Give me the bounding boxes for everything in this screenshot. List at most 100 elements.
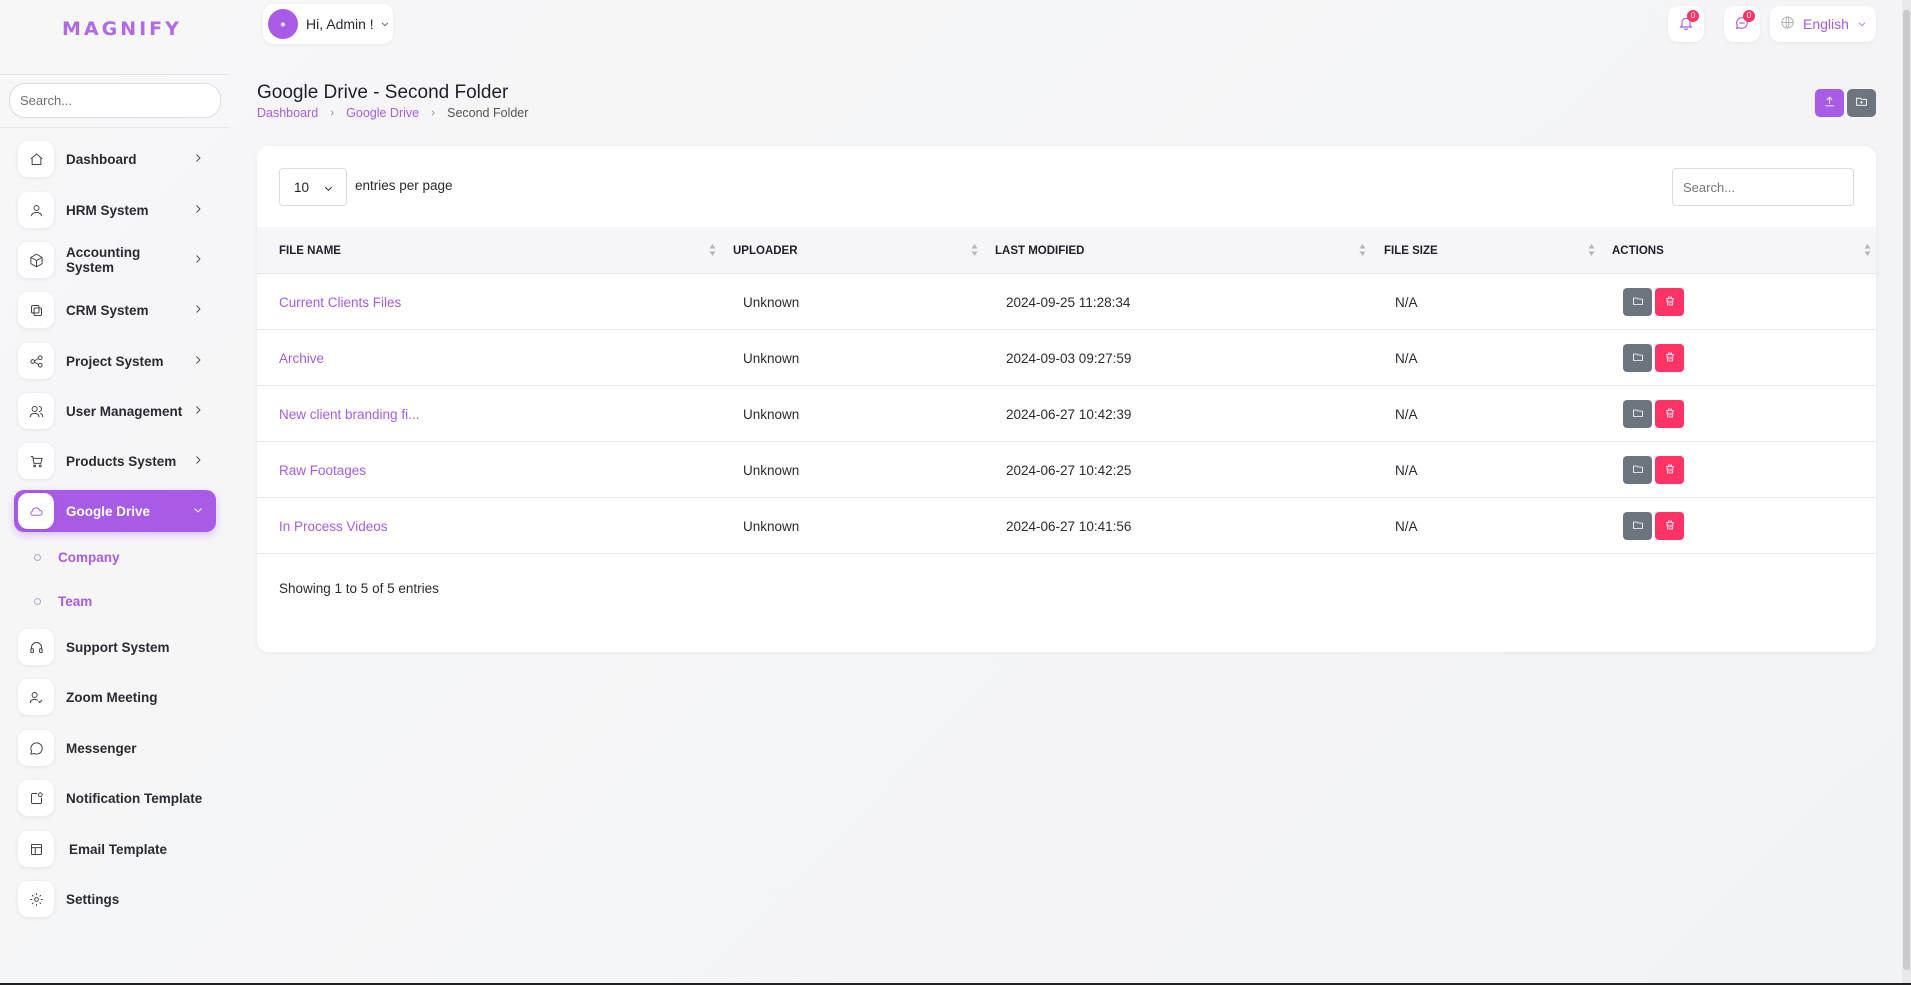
file-name-link[interactable]: Archive bbox=[279, 330, 324, 386]
app-logo[interactable]: MAGNIFY bbox=[62, 18, 182, 40]
breadcrumb-google-drive[interactable]: Google Drive bbox=[346, 106, 419, 120]
open-folder-button[interactable] bbox=[1623, 400, 1652, 428]
sidebar-item-user-management[interactable]: User Management bbox=[14, 390, 216, 432]
bullet-icon bbox=[34, 553, 41, 561]
chevron-right-icon bbox=[192, 303, 206, 317]
column-header-last-modified[interactable]: LAST MODIFIED bbox=[995, 227, 1084, 274]
sidebar-item-label: Settings bbox=[66, 891, 120, 907]
sidebar-item-label: HRM System bbox=[66, 202, 149, 218]
chevron-right-icon bbox=[192, 152, 206, 166]
delete-button[interactable] bbox=[1655, 344, 1684, 372]
gear-icon bbox=[18, 881, 54, 917]
home-icon bbox=[18, 141, 54, 177]
column-header-label: UPLOADER bbox=[733, 244, 798, 257]
messages-button[interactable]: 0 bbox=[1724, 6, 1760, 42]
language-label: English bbox=[1803, 16, 1849, 32]
chevron-right-icon bbox=[192, 354, 206, 368]
sidebar-item-label: Messenger bbox=[66, 740, 137, 756]
folder-icon bbox=[1632, 407, 1644, 422]
breadcrumb-current: Second Folder bbox=[447, 106, 529, 120]
box-icon bbox=[18, 242, 54, 278]
sidebar-item-dashboard[interactable]: Dashboard bbox=[14, 138, 216, 180]
files-card: 10 entries per page FILE NAME UPLOADER L… bbox=[257, 146, 1876, 652]
folder-icon bbox=[1632, 351, 1644, 366]
file-size-cell: N/A bbox=[1395, 406, 1418, 422]
open-folder-button[interactable] bbox=[1623, 456, 1652, 484]
language-selector[interactable]: English bbox=[1770, 6, 1876, 42]
delete-button[interactable] bbox=[1655, 512, 1684, 540]
scrollbar-thumb[interactable] bbox=[1903, 10, 1910, 970]
table-row: Archive Unknown 2024-09-03 09:27:59 N/A bbox=[257, 330, 1876, 386]
sidebar-item-messenger[interactable]: Messenger bbox=[14, 727, 216, 769]
sort-icon[interactable] bbox=[1864, 243, 1871, 260]
table-row: New client branding fi... Unknown 2024-0… bbox=[257, 386, 1876, 442]
sort-icon[interactable] bbox=[709, 243, 716, 260]
uploader-cell: Unknown bbox=[743, 518, 800, 534]
sidebar-search-input[interactable] bbox=[9, 83, 221, 118]
sidebar-item-crm-system[interactable]: CRM System bbox=[14, 289, 216, 331]
table-info: Showing 1 to 5 of 5 entries bbox=[279, 581, 439, 596]
column-header-label: ACTIONS bbox=[1612, 244, 1664, 257]
sidebar-item-support-system[interactable]: Support System bbox=[14, 626, 216, 668]
chevron-right-icon bbox=[328, 106, 336, 120]
avatar: ◉ bbox=[268, 9, 298, 39]
file-name-link[interactable]: New client branding fi... bbox=[279, 386, 419, 442]
chevron-right-icon bbox=[192, 454, 206, 468]
sidebar-item-products-system[interactable]: Products System bbox=[14, 440, 216, 482]
file-size-cell: N/A bbox=[1395, 350, 1418, 366]
breadcrumb-dashboard[interactable]: Dashboard bbox=[257, 106, 318, 120]
sidebar-item-accounting-system[interactable]: Accounting System bbox=[14, 239, 216, 281]
new-folder-button[interactable] bbox=[1847, 89, 1876, 117]
trash-icon bbox=[1664, 295, 1676, 310]
column-header-file-name[interactable]: FILE NAME bbox=[279, 227, 341, 274]
upload-button[interactable] bbox=[1815, 89, 1844, 117]
sidebar-item-label: Google Drive bbox=[66, 503, 151, 519]
sort-icon[interactable] bbox=[1359, 243, 1366, 260]
user-menu[interactable]: ◉ Hi, Admin ! bbox=[263, 4, 393, 44]
sidebar: MAGNIFY Dashboard HRM System Accounting … bbox=[0, 0, 230, 985]
sort-icon[interactable] bbox=[971, 243, 978, 260]
column-header-actions[interactable]: ACTIONS bbox=[1612, 227, 1664, 274]
sidebar-item-zoom-meeting[interactable]: Zoom Meeting bbox=[14, 676, 216, 718]
sidebar-item-notification-template[interactable]: Notification Template bbox=[14, 777, 216, 819]
uploader-cell: Unknown bbox=[743, 462, 800, 478]
template-icon bbox=[18, 831, 54, 867]
sidebar-item-settings[interactable]: Settings bbox=[14, 878, 216, 920]
delete-button[interactable] bbox=[1655, 400, 1684, 428]
sort-icon[interactable] bbox=[1588, 243, 1595, 260]
sidebar-item-hrm-system[interactable]: HRM System bbox=[14, 189, 216, 231]
user-check-icon bbox=[18, 679, 54, 715]
trash-icon bbox=[1664, 351, 1676, 366]
file-name-link[interactable]: Current Clients Files bbox=[279, 274, 401, 330]
share-icon bbox=[18, 343, 54, 379]
delete-button[interactable] bbox=[1655, 288, 1684, 316]
sidebar-item-label: Dashboard bbox=[66, 151, 137, 167]
file-size-cell: N/A bbox=[1395, 462, 1418, 478]
sidebar-subitem-team[interactable]: Team bbox=[34, 591, 92, 611]
delete-button[interactable] bbox=[1655, 456, 1684, 484]
file-name-link[interactable]: In Process Videos bbox=[279, 498, 388, 554]
sidebar-item-google-drive[interactable]: Google Drive bbox=[14, 490, 216, 532]
layers-icon bbox=[18, 292, 54, 328]
entries-per-page-select[interactable]: 10 bbox=[279, 168, 347, 206]
file-size-cell: N/A bbox=[1395, 518, 1418, 534]
uploader-cell: Unknown bbox=[743, 350, 800, 366]
open-folder-button[interactable] bbox=[1623, 288, 1652, 316]
open-folder-button[interactable] bbox=[1623, 512, 1652, 540]
table-search-input[interactable] bbox=[1672, 168, 1854, 206]
sidebar-item-project-system[interactable]: Project System bbox=[14, 340, 216, 382]
sidebar-item-label: Accounting System bbox=[66, 245, 141, 275]
headphones-icon bbox=[18, 629, 54, 665]
sidebar-item-label: Zoom Meeting bbox=[66, 689, 158, 705]
page-scrollbar[interactable] bbox=[1902, 0, 1911, 985]
column-header-file-size[interactable]: FILE SIZE bbox=[1384, 227, 1438, 274]
sidebar-item-email-template[interactable]: Email Template bbox=[14, 828, 216, 870]
page-title: Google Drive - Second Folder bbox=[257, 82, 509, 103]
sidebar-item-label: CRM System bbox=[66, 302, 149, 318]
column-header-uploader[interactable]: UPLOADER bbox=[733, 227, 798, 274]
file-name-link[interactable]: Raw Footages bbox=[279, 442, 366, 498]
uploader-cell: Unknown bbox=[743, 294, 800, 310]
open-folder-button[interactable] bbox=[1623, 344, 1652, 372]
notifications-button[interactable]: 0 bbox=[1668, 6, 1704, 42]
sidebar-subitem-company[interactable]: Company bbox=[34, 547, 120, 567]
